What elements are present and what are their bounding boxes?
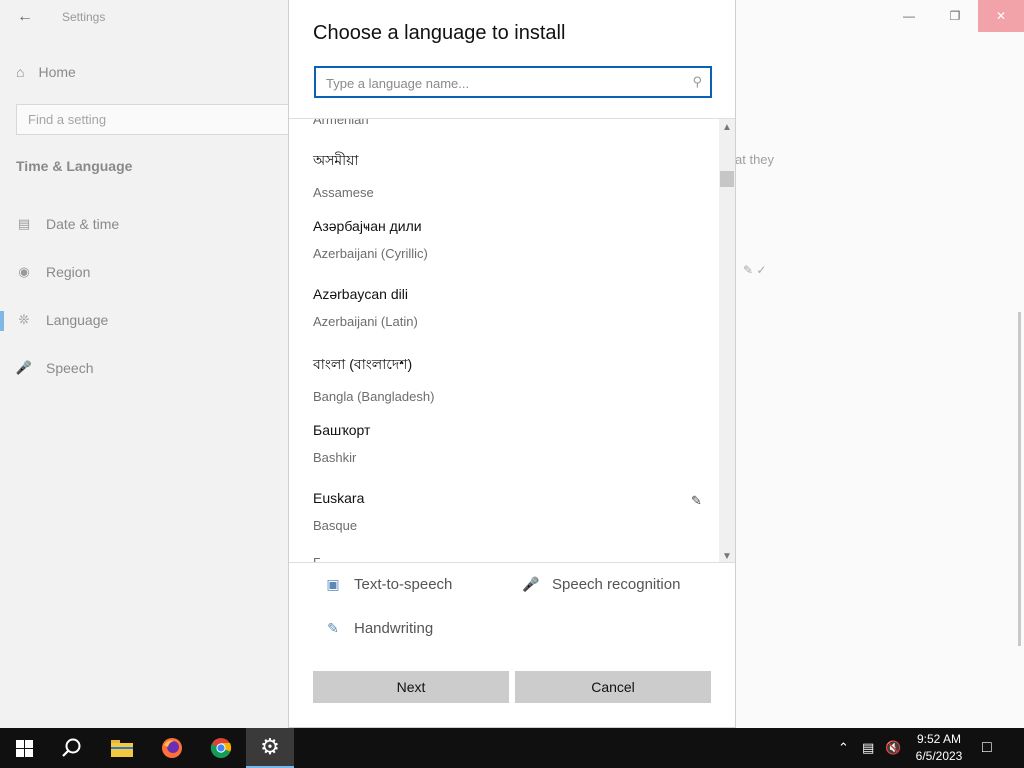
- microphone-icon: 🎤: [522, 575, 540, 592]
- close-button[interactable]: ✕: [978, 0, 1024, 32]
- feature-label: Text-to-speech: [354, 575, 453, 593]
- scroll-up-icon[interactable]: ▲: [719, 119, 735, 135]
- chrome-icon: [210, 738, 232, 758]
- settings-search-input[interactable]: Find a setting: [16, 104, 296, 135]
- show-hidden-icons-button[interactable]: ⌃: [838, 728, 849, 768]
- nav-home[interactable]: ⌂ Home: [16, 64, 76, 80]
- back-arrow-icon[interactable]: ←: [14, 6, 36, 28]
- language-english-name: Bashkir: [313, 450, 357, 465]
- language-english-name: Basque: [313, 518, 358, 533]
- close-icon: ✕: [995, 9, 1007, 23]
- language-english-name: Bangla (Bangladesh): [313, 389, 435, 404]
- calendar-clock-icon: ▤: [17, 216, 31, 231]
- clock-date: 6/5/2023: [915, 749, 963, 763]
- settings-taskbar-button[interactable]: ⚙: [246, 728, 294, 768]
- check-icon: ✓: [756, 263, 767, 277]
- taskbar: ⚙ ⌃ ▤ 🔇 9:52 AM 6/5/2023 □: [0, 728, 1024, 768]
- home-icon: ⌂: [16, 64, 25, 80]
- language-native-name: Azərbaycan dili: [313, 286, 408, 302]
- windows-logo-icon: [15, 739, 33, 757]
- settings-search-placeholder: Find a setting: [28, 112, 107, 127]
- chrome-button[interactable]: [197, 728, 245, 768]
- feature-text-to-speech: ▣ Text-to-speech: [324, 575, 452, 593]
- sidebar-item-label: Language: [46, 312, 109, 328]
- sidebar-item-region[interactable]: ◉ Region: [16, 264, 90, 280]
- language-install-dialog: Choose a language to install ⚲ Armenian …: [288, 0, 736, 728]
- minimize-button[interactable]: —: [886, 0, 932, 32]
- firefox-icon: [162, 738, 182, 758]
- nav-home-label: Home: [38, 64, 76, 80]
- handwriting-icon: ✎: [691, 493, 702, 508]
- restore-button[interactable]: ❐: [932, 0, 978, 32]
- taskbar-clock[interactable]: 9:52 AM 6/5/2023: [908, 731, 970, 765]
- language-search-field[interactable]: ⚲: [314, 66, 712, 98]
- network-button[interactable]: ▤: [862, 728, 874, 768]
- file-explorer-button[interactable]: [98, 728, 146, 768]
- background-feature-icons: ✎ ✓: [743, 263, 766, 277]
- globe-icon: ◉: [18, 264, 30, 279]
- search-icon: [62, 738, 81, 757]
- sidebar-item-label: Speech: [46, 360, 94, 376]
- language-native-name: Euskara: [313, 490, 365, 506]
- notification-icon: □: [982, 739, 992, 756]
- language-english-name: Assamese: [313, 185, 374, 200]
- list-item[interactable]: অসমীয়া Assamese: [313, 149, 713, 200]
- cancel-button[interactable]: Cancel: [515, 671, 711, 703]
- language-english-name: Azerbaijani (Cyrillic): [313, 246, 428, 261]
- list-item-partial[interactable]: Б: [313, 555, 322, 562]
- volume-button[interactable]: 🔇: [885, 728, 901, 768]
- section-title: Time & Language: [16, 158, 133, 174]
- feature-label: Handwriting: [354, 619, 434, 637]
- feature-label: Speech recognition: [552, 575, 681, 593]
- text-to-speech-icon: ▣: [326, 575, 340, 592]
- folder-icon: [111, 740, 133, 757]
- language-icon: ❊: [18, 312, 30, 327]
- sidebar-item-language[interactable]: ❊ Language: [16, 312, 109, 328]
- sidebar-item-label: Region: [46, 264, 91, 280]
- language-native-name: অসমীয়া: [313, 152, 359, 168]
- list-item[interactable]: Euskara Basque: [313, 490, 713, 533]
- firefox-button[interactable]: [148, 728, 196, 768]
- sidebar-item-label: Date & time: [46, 216, 120, 232]
- network-icon: ▤: [862, 740, 875, 755]
- search-icon: ⚲: [692, 74, 702, 89]
- microphone-icon: 🎤: [15, 360, 33, 375]
- sidebar-item-date-time[interactable]: ▤ Date & time: [16, 216, 119, 232]
- content-scrollbar[interactable]: [1018, 312, 1021, 646]
- list-item[interactable]: Башҡорт Bashkir: [313, 422, 713, 465]
- dialog-title: Choose a language to install: [313, 22, 566, 44]
- list-item[interactable]: বাংলা (বাংলাদেশ) Bangla (Bangladesh): [313, 353, 713, 404]
- list-item[interactable]: Azərbaycan dili Azerbaijani (Latin): [313, 286, 713, 329]
- language-native-name: Башҡорт: [313, 422, 371, 438]
- scrollbar-thumb[interactable]: [720, 171, 734, 187]
- restore-icon: ❐: [949, 9, 961, 23]
- language-native-name: Азәрбајҹан дили: [313, 218, 422, 234]
- feature-handwriting: ✎ Handwriting: [324, 619, 433, 637]
- language-search-input[interactable]: [326, 73, 676, 93]
- app-title: Settings: [62, 10, 106, 24]
- list-item-partial[interactable]: Armenian: [313, 119, 369, 127]
- sidebar-item-speech[interactable]: 🎤 Speech: [15, 360, 94, 376]
- language-english-name: Azerbaijani (Latin): [313, 314, 418, 329]
- feature-speech-recognition: 🎤 Speech recognition: [522, 575, 680, 593]
- clock-time: 9:52 AM: [916, 732, 962, 746]
- active-indicator: [0, 311, 4, 331]
- chevron-up-icon: ⌃: [838, 740, 849, 755]
- language-list[interactable]: Armenian অসমীয়া Assamese Азәрбајҹан дил…: [289, 118, 735, 563]
- volume-muted-icon: 🔇: [885, 740, 902, 755]
- handwriting-icon: ✎: [743, 263, 754, 277]
- scroll-down-icon[interactable]: ▼: [719, 548, 735, 562]
- list-scrollbar[interactable]: ▲ ▼: [719, 119, 735, 562]
- next-button[interactable]: Next: [313, 671, 509, 703]
- gear-icon: ⚙: [260, 734, 280, 759]
- start-button[interactable]: [0, 728, 48, 768]
- language-native-name: বাংলা (বাংলাদেশ): [313, 356, 413, 372]
- handwriting-icon: ✎: [327, 619, 339, 636]
- settings-sidebar: ← Settings ⌂ Home Find a setting Time & …: [0, 0, 296, 728]
- action-center-button[interactable]: □: [982, 728, 992, 768]
- list-item[interactable]: Азәрбајҹан дили Azerbaijani (Cyrillic): [313, 218, 713, 261]
- taskbar-search-button[interactable]: [48, 728, 96, 768]
- background-text-fragment: at they: [735, 152, 775, 167]
- minimize-icon: —: [903, 9, 915, 23]
